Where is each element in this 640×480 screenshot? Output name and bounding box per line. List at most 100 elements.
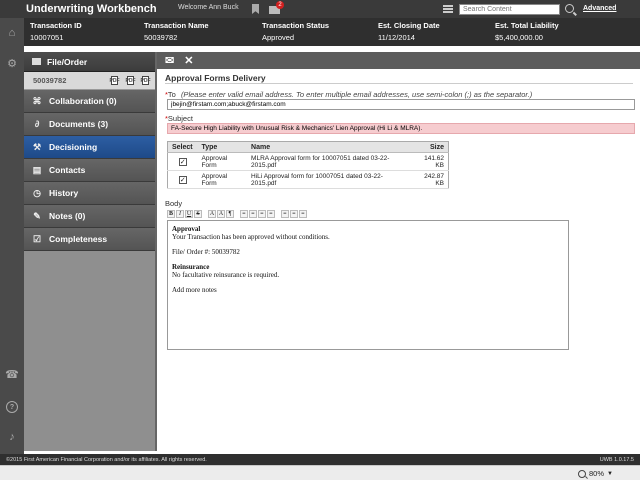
zoom-icon	[578, 469, 586, 478]
more-notes-text: Add more notes	[172, 286, 217, 294]
page-title: Approval Forms Delivery	[165, 73, 266, 83]
to-hint: (Please enter valid email address. To en…	[180, 90, 533, 99]
checklist-icon: ☑	[32, 233, 42, 244]
col-select: Select	[167, 141, 198, 153]
chevron-down-icon: ▼	[607, 470, 613, 477]
align-left-icon[interactable]: ≡	[281, 210, 289, 218]
numbered-list-icon[interactable]: ≡	[249, 210, 257, 218]
summary-transaction-id: Transaction ID 10007051	[30, 21, 82, 42]
content-toolbar: ✉ ✕	[157, 52, 640, 69]
copyright-text: ©2015 First American Financial Corporati…	[6, 456, 207, 463]
attachment-checkbox[interactable]: ✓	[178, 157, 187, 166]
align-right-icon[interactable]: ≡	[299, 210, 307, 218]
top-bar: Underwriting Workbench Welcome Ann Buck …	[0, 0, 640, 18]
zoom-level: 80%	[589, 469, 605, 478]
phone-icon[interactable]: ☎	[5, 369, 19, 381]
app-title: Underwriting Workbench	[26, 3, 157, 15]
col-size: Size	[410, 141, 449, 153]
pencil-icon: ✎	[33, 210, 41, 221]
gavel-icon: ⚒	[32, 141, 42, 152]
zoom-control[interactable]: 80% ▼	[578, 469, 613, 478]
col-name: Name	[247, 141, 411, 153]
table-header-row: Select Type Name Size	[167, 141, 449, 153]
reinsurance-text: No facultative reinsurance is required.	[172, 271, 280, 279]
col-type: Type	[197, 141, 248, 153]
attachment-name: MLRA Approval form for 10007051 dated 03…	[247, 152, 411, 171]
to-label: *To (Please enter valid email address. T…	[165, 90, 533, 99]
nav-item-notes[interactable]: ✎ Notes (0)	[24, 205, 155, 228]
indent-icon[interactable]: ≡	[267, 210, 275, 218]
bullet-list-icon[interactable]: ≡	[240, 210, 248, 218]
help-icon[interactable]: ?	[6, 401, 18, 413]
pdf-icon[interactable]: PDF	[110, 76, 120, 85]
format-icon[interactable]: ¶	[226, 210, 234, 218]
transaction-summary: Transaction ID 10007051 Transaction Name…	[24, 18, 640, 46]
file-number: 50039782	[33, 76, 67, 85]
attachment-type: Approval Form	[197, 170, 248, 189]
to-email-input[interactable]	[167, 99, 635, 110]
left-icon-bar: ⌂ ⚙ ☎ ? ♪	[0, 18, 24, 454]
outdent-icon[interactable]: ≡	[258, 210, 266, 218]
nav-item-documents[interactable]: ∂ Documents (3)	[24, 113, 155, 136]
main-content: ✉ ✕ Approval Forms Delivery *To (Please …	[155, 52, 640, 451]
version-text: UWB 1.0.17.5	[599, 457, 634, 463]
table-row: ✓ Approval Form HiLi Approval form for 1…	[167, 170, 449, 189]
home-icon[interactable]: ⌂	[6, 27, 18, 39]
gear-icon[interactable]: ⚙	[6, 58, 18, 70]
align-center-icon[interactable]: ≡	[290, 210, 298, 218]
search-input[interactable]	[459, 4, 560, 15]
nav-item-contacts[interactable]: ▤ Contacts	[24, 159, 155, 182]
file-order-header[interactable]: File/Order	[24, 52, 155, 72]
pdf-icon[interactable]: PDF	[141, 76, 151, 85]
attachment-size: 242.87 KB	[410, 170, 449, 189]
approval-heading: Approval	[172, 225, 201, 233]
close-icon[interactable]: ✕	[184, 54, 193, 67]
pdf-icon[interactable]: PDF	[126, 76, 136, 85]
file-number-row: 50039782 PDF PDF PDF	[24, 72, 155, 90]
send-comment-icon[interactable]: ✉	[165, 54, 174, 67]
welcome-text: Welcome Ann Buck	[178, 4, 239, 11]
divider	[165, 83, 633, 84]
notification-badge: 2	[276, 1, 284, 9]
clock-icon: ◷	[33, 187, 41, 198]
attachment-name: HiLi Approval form for 10007051 dated 03…	[247, 170, 411, 189]
bell-icon[interactable]: ♪	[6, 431, 18, 443]
menu-list-icon[interactable]	[443, 5, 453, 13]
contacts-icon: ▤	[32, 164, 42, 175]
rich-text-toolbar: B I U S A A ¶ ≡ ≡ ≡ ≡ ≡ ≡ ≡	[167, 209, 307, 219]
footer: ©2015 First American Financial Corporati…	[0, 454, 640, 465]
table-row: ✓ Approval Form MLRA Approval form for 1…	[167, 152, 449, 171]
strikethrough-button[interactable]: S	[194, 210, 202, 218]
summary-transaction-name: Transaction Name 50039782	[144, 21, 209, 42]
attachment-checkbox[interactable]: ✓	[178, 175, 187, 184]
search-icon[interactable]	[565, 4, 574, 13]
attachment-type: Approval Form	[197, 152, 248, 171]
font-color-icon[interactable]: A	[208, 210, 216, 218]
nav-item-history[interactable]: ◷ History	[24, 182, 155, 205]
underline-button[interactable]: U	[185, 210, 193, 218]
nav-item-collaboration[interactable]: ⌘ Collaboration (0)	[24, 90, 155, 113]
folder-icon	[32, 58, 41, 65]
highlight-icon[interactable]: A	[217, 210, 225, 218]
subject-input[interactable]	[167, 123, 635, 134]
subject-label: *Subject	[165, 114, 193, 123]
italic-button[interactable]: I	[176, 210, 184, 218]
file-order-text: File/ Order #: 50039782	[172, 248, 240, 256]
summary-total-liability: Est. Total Liability $5,400,000.00	[495, 21, 559, 42]
body-editor[interactable]: Approval Your Transaction has been appro…	[167, 220, 569, 350]
summary-closing-date: Est. Closing Date 11/12/2014	[378, 21, 440, 42]
nav-item-decisioning[interactable]: ⚒ Decisioning	[24, 136, 155, 159]
body-label: Body	[165, 199, 183, 208]
browser-status-bar: 80% ▼	[0, 465, 640, 480]
nav-item-completeness[interactable]: ☑ Completeness	[24, 228, 155, 251]
bookmark-icon[interactable]	[252, 4, 259, 14]
bold-button[interactable]: B	[167, 210, 175, 218]
approval-text: Your Transaction has been approved witho…	[172, 233, 330, 241]
summary-transaction-status: Transaction Status Approved	[262, 21, 330, 42]
collaboration-icon: ⌘	[32, 95, 42, 106]
welcome-area: Welcome Ann Buck	[178, 4, 239, 11]
reinsurance-heading: Reinsurance	[172, 263, 210, 271]
attachment-size: 141.62 KB	[410, 152, 449, 171]
side-nav: File/Order 50039782 PDF PDF PDF ⌘ Collab…	[24, 52, 155, 451]
advanced-search-link[interactable]: Advanced	[583, 5, 616, 12]
